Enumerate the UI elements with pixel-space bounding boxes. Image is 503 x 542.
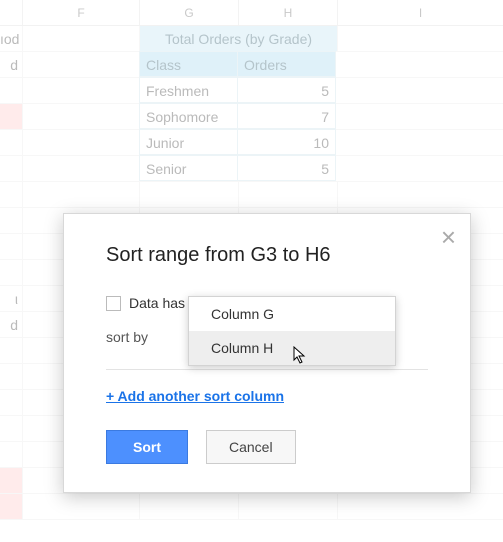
col-head-h[interactable]: H (239, 0, 338, 25)
cell[interactable] (23, 130, 140, 155)
cell-orders[interactable]: 7 (237, 103, 336, 129)
cell[interactable] (23, 156, 140, 181)
cell-orders[interactable]: 5 (237, 77, 336, 103)
close-icon[interactable]: × (441, 224, 456, 250)
cell[interactable] (23, 78, 140, 103)
add-sort-column-link[interactable]: + Add another sort column (106, 388, 284, 404)
table-row: Junior 10 (0, 130, 503, 156)
cell[interactable]: d (0, 52, 23, 78)
cell[interactable] (336, 52, 501, 77)
col-head-f[interactable]: F (23, 0, 140, 25)
cancel-button[interactable]: Cancel (206, 430, 296, 464)
cell-class[interactable]: Sophomore (139, 103, 238, 129)
cell[interactable] (23, 26, 140, 51)
cell[interactable]: ıod (0, 26, 23, 52)
data-has-label: Data has (129, 295, 185, 311)
col-head-i[interactable]: I (338, 0, 503, 25)
cell[interactable] (336, 78, 501, 103)
stage: F G H I Total Orders (by Grade) Class Or… (0, 0, 503, 542)
table-row: Sophomore 7 (0, 104, 503, 130)
cell[interactable] (336, 156, 501, 181)
cell-class[interactable]: Senior (139, 155, 238, 181)
column-dropdown[interactable]: Column G Column H (188, 296, 396, 366)
cell[interactable]: d (0, 312, 23, 338)
cell-class[interactable]: Junior (139, 129, 238, 155)
left-col-fragments: ıod d ι d (0, 26, 23, 520)
dropdown-option-column-g[interactable]: Column G (189, 297, 395, 331)
cell[interactable] (23, 104, 140, 129)
dialog-title: Sort range from G3 to H6 (106, 244, 428, 267)
col-head-g[interactable]: G (140, 0, 239, 25)
cell[interactable] (23, 52, 140, 77)
cell-class[interactable]: Freshmen (139, 77, 238, 103)
table-title-cell[interactable]: Total Orders (by Grade) (140, 26, 338, 51)
data-has-header-checkbox[interactable] (106, 296, 121, 311)
column-header-row: F G H I (0, 0, 503, 26)
header-class[interactable]: Class (139, 51, 238, 77)
sort-button[interactable]: Sort (106, 430, 188, 464)
dialog-buttons: Sort Cancel (106, 430, 428, 464)
cell[interactable]: ι (0, 286, 23, 312)
cell[interactable] (336, 130, 501, 155)
divider (106, 369, 428, 370)
cell-orders[interactable]: 5 (237, 155, 336, 181)
sheet-row: Class Orders (0, 52, 503, 78)
cell[interactable] (336, 104, 501, 129)
sort-by-label: sort by (106, 329, 166, 345)
cell[interactable] (338, 26, 503, 51)
table-row: Freshmen 5 (0, 78, 503, 104)
col-head-e[interactable] (0, 0, 23, 25)
cell-orders[interactable]: 10 (237, 129, 336, 155)
header-orders[interactable]: Orders (237, 51, 336, 77)
dropdown-option-column-h[interactable]: Column H (189, 331, 395, 365)
sheet-row: Total Orders (by Grade) (0, 26, 503, 52)
table-row: Senior 5 (0, 156, 503, 182)
